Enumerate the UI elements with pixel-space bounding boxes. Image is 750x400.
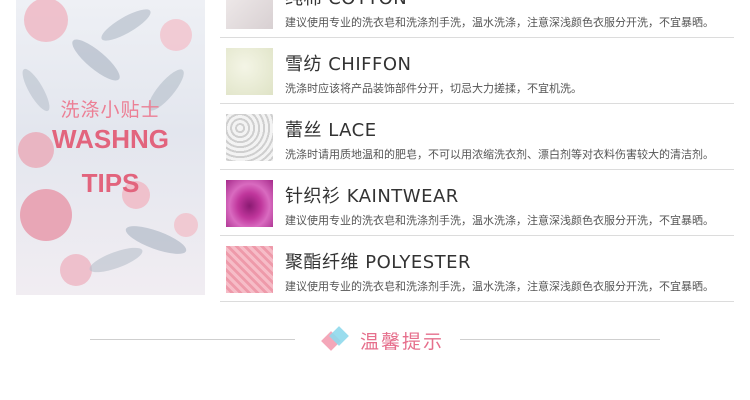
fabric-description: 建议使用专业的洗衣皂和洗涤剂手洗，温水洗涤，注意深浅颜色衣服分开洗，不宜暴晒。	[285, 16, 714, 29]
fabric-swatch-lace	[226, 114, 273, 161]
fabric-swatch-knitwear	[226, 180, 273, 227]
fabric-row-lace: 蕾丝 LACE 洗涤时请用质地温和的肥皂，不可以用浓缩洗衣剂、漂白剂等对衣料伤害…	[220, 103, 734, 170]
fabric-description: 建议使用专业的洗衣皂和洗涤剂手洗，温水洗涤，注意深浅颜色衣服分开洗，不宜暴晒。	[285, 214, 714, 227]
tips-title-chinese: 洗涤小贴士	[60, 99, 161, 121]
fabric-swatch-polyester	[226, 246, 273, 293]
tips-title-english-line2: TIPS	[81, 168, 140, 198]
fabric-name: 雪纺 CHIFFON	[285, 54, 412, 75]
diamond-icon	[321, 326, 349, 351]
fabric-row-cotton: 纯棉 COTTON 建议使用专业的洗衣皂和洗涤剂手洗，温水洗涤，注意深浅颜色衣服…	[220, 0, 734, 38]
tips-title-english-line1: WASHNG	[52, 124, 169, 154]
fabric-name: 针织衫 KAINTWEAR	[285, 186, 459, 207]
notice-divider-right	[460, 339, 660, 340]
fabric-description: 洗涤时应该将产品装饰部件分开，切忌大力搓揉，不宜机洗。	[285, 82, 582, 95]
notice-divider-left	[90, 339, 295, 340]
fabric-row-knitwear: 针织衫 KAINTWEAR 建议使用专业的洗衣皂和洗涤剂手洗，温水洗涤，注意深浅…	[220, 169, 734, 236]
fabric-swatch-chiffon	[226, 48, 273, 95]
fabric-swatch-cotton	[226, 0, 273, 29]
fabric-name: 纯棉 COTTON	[285, 0, 407, 10]
fabric-name: 蕾丝 LACE	[285, 120, 377, 141]
washing-tips-banner: 洗涤小贴士 WASHNG TIPS	[16, 0, 205, 295]
fabric-description: 建议使用专业的洗衣皂和洗涤剂手洗，温水洗涤，注意深浅颜色衣服分开洗，不宜暴晒。	[285, 280, 714, 293]
fabric-row-chiffon: 雪纺 CHIFFON 洗涤时应该将产品装饰部件分开，切忌大力搓揉，不宜机洗。	[220, 37, 734, 104]
fabric-care-list: 纯棉 COTTON 建议使用专业的洗衣皂和洗涤剂手洗，温水洗涤，注意深浅颜色衣服…	[220, 0, 734, 302]
notice-title: 温馨提示	[360, 331, 445, 353]
fabric-description: 洗涤时请用质地温和的肥皂，不可以用浓缩洗衣剂、漂白剂等对衣料伤害较大的清洁剂。	[285, 148, 714, 161]
fabric-row-polyester: 聚酯纤维 POLYESTER 建议使用专业的洗衣皂和洗涤剂手洗，温水洗涤，注意深…	[220, 235, 734, 302]
fabric-name: 聚酯纤维 POLYESTER	[285, 252, 472, 273]
